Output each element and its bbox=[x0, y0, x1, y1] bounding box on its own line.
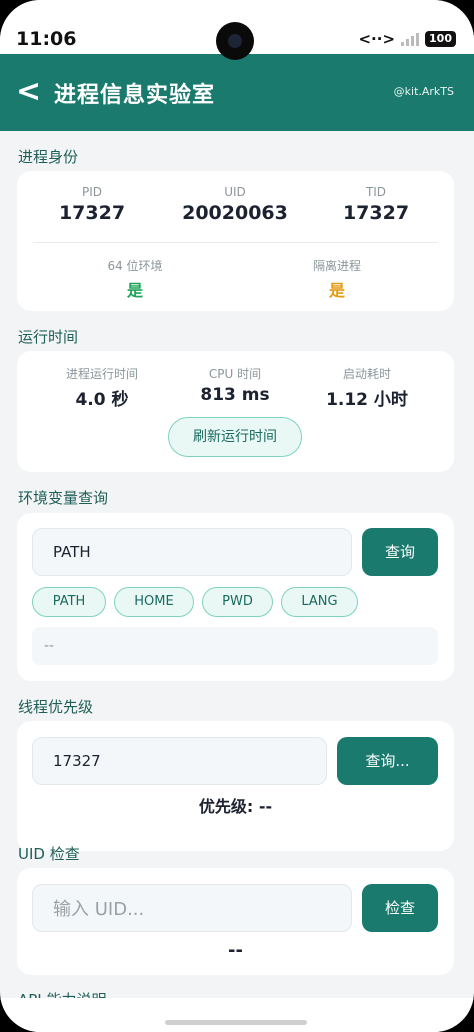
priority-result: 优先级: -- bbox=[198, 797, 273, 816]
identity-card: PID 17327 UID 20020063 TID 17327 64 位环境 … bbox=[17, 171, 454, 311]
front-camera bbox=[216, 22, 254, 60]
network-icon: <··> bbox=[358, 30, 396, 48]
cpu-value: 813 ms bbox=[200, 385, 270, 405]
status-icons: <··> 100 bbox=[358, 30, 456, 48]
isolated-metric: 隔离进程 是 bbox=[262, 257, 412, 301]
back-icon[interactable]: < bbox=[16, 74, 41, 109]
section-title-uid-check: UID 检查 bbox=[18, 845, 80, 863]
uid-value: 20020063 bbox=[182, 202, 288, 224]
uid-input[interactable]: 输入 UID... bbox=[32, 884, 352, 932]
uid-check-button[interactable]: 检查 bbox=[362, 884, 438, 932]
env64-value: 是 bbox=[126, 281, 143, 300]
phone-screen: 11:06 <··> 100 < 进程信息实验室 @kit.ArkTS 进程身份… bbox=[0, 0, 474, 1032]
priority-query-button[interactable]: 查询... bbox=[337, 737, 438, 785]
startup-metric: 启动耗时 1.12 小时 bbox=[292, 365, 442, 410]
env-query-button[interactable]: 查询 bbox=[362, 528, 438, 576]
cpu-label: CPU 时间 bbox=[208, 367, 262, 381]
status-bar: 11:06 <··> 100 bbox=[0, 0, 474, 60]
tid-value: 17327 bbox=[342, 202, 410, 224]
section-title-identity: 进程身份 bbox=[18, 148, 79, 166]
section-title-env: 环境变量查询 bbox=[18, 489, 109, 507]
env64-metric: 64 位环境 是 bbox=[60, 257, 210, 301]
env-var-input[interactable]: PATH bbox=[32, 528, 352, 576]
tid-metric: TID 17327 bbox=[301, 185, 451, 224]
priority-card: 17327 查询... 优先级: -- bbox=[17, 721, 454, 851]
status-time: 11:06 bbox=[16, 28, 77, 50]
uid-check-result: -- bbox=[228, 940, 243, 961]
uptime-label: 进程运行时间 bbox=[65, 367, 138, 381]
refresh-runtime-button[interactable]: 刷新运行时间 bbox=[168, 417, 302, 457]
cpu-metric: CPU 时间 813 ms bbox=[160, 365, 310, 405]
pid-label: PID bbox=[81, 185, 102, 199]
identity-divider bbox=[33, 242, 438, 243]
chip-home[interactable]: HOME bbox=[114, 587, 194, 617]
startup-label: 启动耗时 bbox=[342, 367, 391, 381]
isolated-label: 隔离进程 bbox=[312, 259, 361, 273]
isolated-value: 是 bbox=[328, 281, 345, 300]
gesture-nav-area bbox=[0, 998, 474, 1032]
pid-metric: PID 17327 bbox=[17, 185, 167, 224]
env-query-card: PATH 查询 PATH HOME PWD LANG -- bbox=[17, 513, 454, 681]
page-title: 进程信息实验室 bbox=[54, 83, 216, 108]
section-title-runtime: 运行时间 bbox=[18, 328, 79, 346]
env-result: -- bbox=[32, 627, 438, 665]
tid-input[interactable]: 17327 bbox=[32, 737, 327, 785]
runtime-card: 进程运行时间 4.0 秒 CPU 时间 813 ms 启动耗时 1.12 小时 … bbox=[17, 351, 454, 472]
uptime-metric: 进程运行时间 4.0 秒 bbox=[27, 365, 177, 410]
home-indicator[interactable] bbox=[165, 1020, 307, 1025]
env64-label: 64 位环境 bbox=[107, 259, 163, 273]
chip-path[interactable]: PATH bbox=[32, 587, 106, 617]
startup-value: 1.12 小时 bbox=[326, 390, 408, 410]
chip-lang[interactable]: LANG bbox=[281, 587, 358, 617]
section-title-priority: 线程优先级 bbox=[18, 698, 94, 716]
scroll-content[interactable]: 进程身份 PID 17327 UID 20020063 TID 17327 64… bbox=[0, 131, 474, 1001]
module-badge: @kit.ArkTS bbox=[393, 85, 454, 98]
app-bar: < 进程信息实验室 @kit.ArkTS bbox=[0, 54, 474, 131]
uptime-value: 4.0 秒 bbox=[75, 390, 129, 410]
chip-pwd[interactable]: PWD bbox=[202, 587, 273, 617]
tid-label: TID bbox=[365, 185, 387, 199]
battery-icon: 100 bbox=[425, 31, 456, 47]
signal-icon bbox=[401, 32, 420, 46]
pid-value: 17327 bbox=[58, 202, 126, 224]
uid-label: UID bbox=[224, 185, 246, 199]
uid-check-card: 输入 UID... 检查 -- bbox=[17, 868, 454, 975]
uid-metric: UID 20020063 bbox=[160, 185, 310, 224]
